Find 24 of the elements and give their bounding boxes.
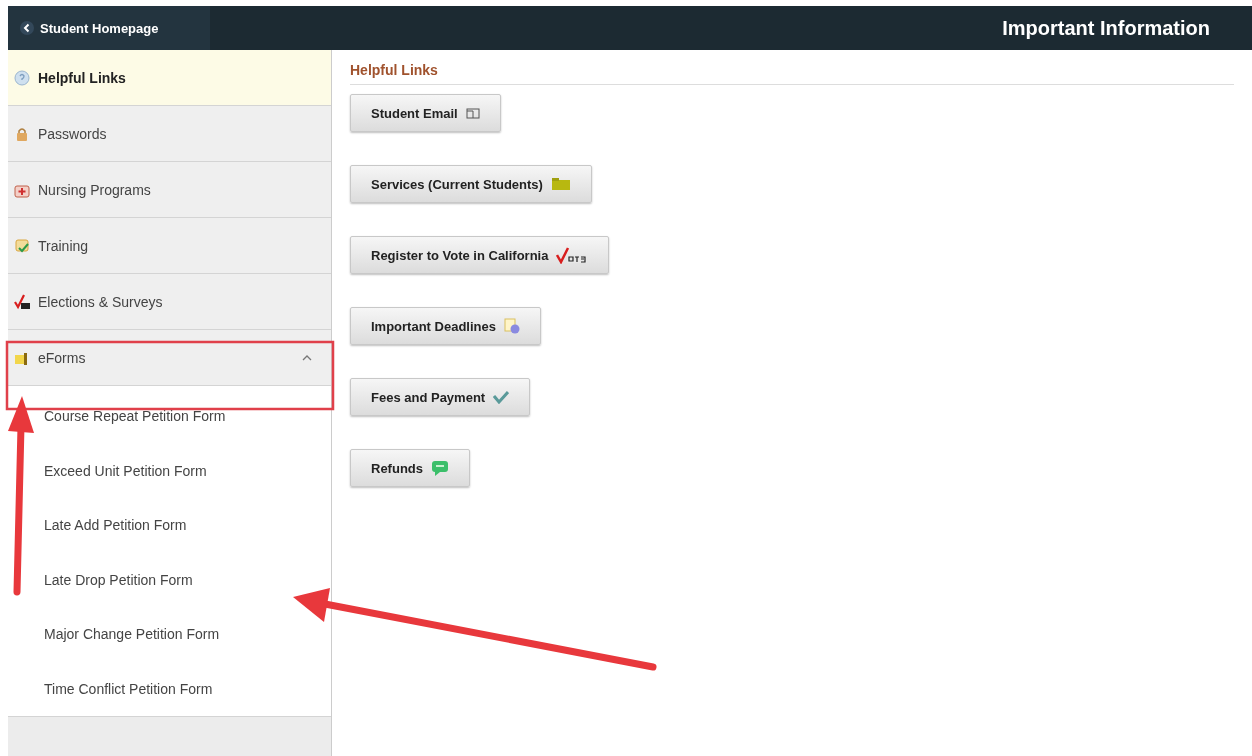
sidebar-item[interactable]: Helpful Links xyxy=(8,50,331,106)
link-button[interactable]: Fees and Payment xyxy=(350,378,531,416)
sidebar-subitem[interactable]: Course Repeat Petition Form xyxy=(8,389,331,444)
question-icon xyxy=(14,69,30,86)
page-title: Important Information xyxy=(1002,16,1210,40)
folder-icon xyxy=(550,178,571,190)
link-button[interactable]: Register to Vote in California xyxy=(350,236,610,274)
back-button[interactable]: Student Homepage xyxy=(8,6,210,50)
sidebar-subitem[interactable]: Exceed Unit Petition Form xyxy=(8,443,331,498)
vote-check-icon xyxy=(556,246,589,264)
sidebar-subitem[interactable]: Late Add Petition Form xyxy=(8,498,331,553)
section-title: Helpful Links xyxy=(350,62,1234,85)
certificate-check-icon xyxy=(14,237,30,254)
link-button[interactable]: Important Deadlines xyxy=(350,307,541,345)
vote-check-icon xyxy=(14,293,30,310)
sidebar-subitem[interactable]: Late Drop Petition Form xyxy=(8,552,331,607)
speech-bubble-icon xyxy=(431,460,449,476)
link-button[interactable]: Student Email xyxy=(350,94,501,132)
padlock-icon xyxy=(14,125,30,142)
sidebar-subitem[interactable]: Major Change Petition Form xyxy=(8,607,331,662)
link-button[interactable]: Refunds xyxy=(350,449,470,487)
chevron-left-icon xyxy=(20,21,34,35)
sidebar-subitem[interactable]: Time Conflict Petition Form xyxy=(8,661,331,716)
link-button[interactable]: Services (Current Students) xyxy=(350,165,592,203)
